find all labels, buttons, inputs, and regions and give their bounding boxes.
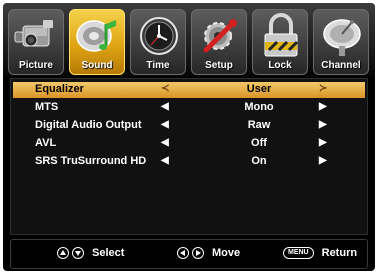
key-hint-bar: Select Move MENU Return [10,239,368,269]
tab-lock[interactable]: Lock [252,9,308,75]
tab-picture[interactable]: Picture [8,9,64,75]
row-value: On [251,155,267,167]
hint-return-label: Return [321,247,358,259]
arrow-right-icon[interactable]: ≻ [319,83,327,94]
arrow-right-icon[interactable]: ▶ [319,119,327,130]
row-label: MTS [35,101,59,113]
hint-select: Select [57,247,124,259]
right-button-icon [192,247,204,259]
arrow-left-icon[interactable]: ◀ [161,155,169,166]
row-label: Equalizer [35,83,84,95]
row-value: Raw [247,119,271,131]
wrench-gear-icon [203,19,237,53]
menu-row-avl[interactable]: AVL ◀ Off ▶ [13,136,365,152]
row-value: Off [251,137,267,149]
sound-settings-panel: Equalizer ≺ User ≻ MTS ◀ Mono ▶ Digital … [10,78,368,235]
tv-osd-menu: Picture Sound Time Setup Lock Channel Eq… [3,3,375,271]
tab-label: Picture [19,60,53,71]
tab-channel[interactable]: Channel [313,9,369,75]
arrow-left-icon[interactable]: ◀ [161,119,169,130]
hint-move-label: Move [212,247,241,259]
hint-select-label: Select [92,247,125,259]
row-value: Mono [244,101,274,113]
left-button-icon [177,247,189,259]
arrow-right-icon[interactable]: ▶ [319,101,327,112]
satellite-dish-icon [323,19,361,56]
hint-move: Move [177,247,240,259]
tab-sound[interactable]: Sound [69,9,125,75]
up-button-icon [57,247,69,259]
camcorder-icon [14,20,53,47]
menu-key-icon: MENU [283,247,314,259]
arrow-right-icon[interactable]: ▶ [319,137,327,148]
menu-row-digital-audio-output[interactable]: Digital Audio Output ◀ Raw ▶ [13,118,365,134]
menu-row-equalizer[interactable]: Equalizer ≺ User ≻ [13,82,365,98]
hint-return: MENU Return [283,247,357,259]
down-button-icon [72,247,84,259]
speaker-note-icon [76,20,116,52]
clock-icon [140,17,178,55]
arrow-left-icon[interactable]: ≺ [161,83,169,94]
row-label: Digital Audio Output [35,119,142,131]
tab-label: Channel [321,60,361,71]
tab-label: Setup [205,60,233,71]
tab-time[interactable]: Time [130,9,186,75]
arrow-left-icon[interactable]: ◀ [161,101,169,112]
menu-row-mts[interactable]: MTS ◀ Mono ▶ [13,100,365,116]
tab-label: Sound [81,60,113,71]
row-label: AVL [35,137,57,149]
menu-tab-bar: Picture Sound Time Setup Lock Channel [3,3,375,77]
row-value: User [246,83,272,95]
row-label: SRS TruSurround HD [35,155,147,167]
arrow-right-icon[interactable]: ▶ [319,155,327,166]
tab-label: Lock [268,60,292,71]
tab-setup[interactable]: Setup [191,9,247,75]
arrow-left-icon[interactable]: ◀ [161,137,169,148]
menu-row-srs-trusurround-hd[interactable]: SRS TruSurround HD ◀ On ▶ [13,154,365,170]
tab-label: Time [146,60,170,71]
padlock-icon [264,13,299,57]
